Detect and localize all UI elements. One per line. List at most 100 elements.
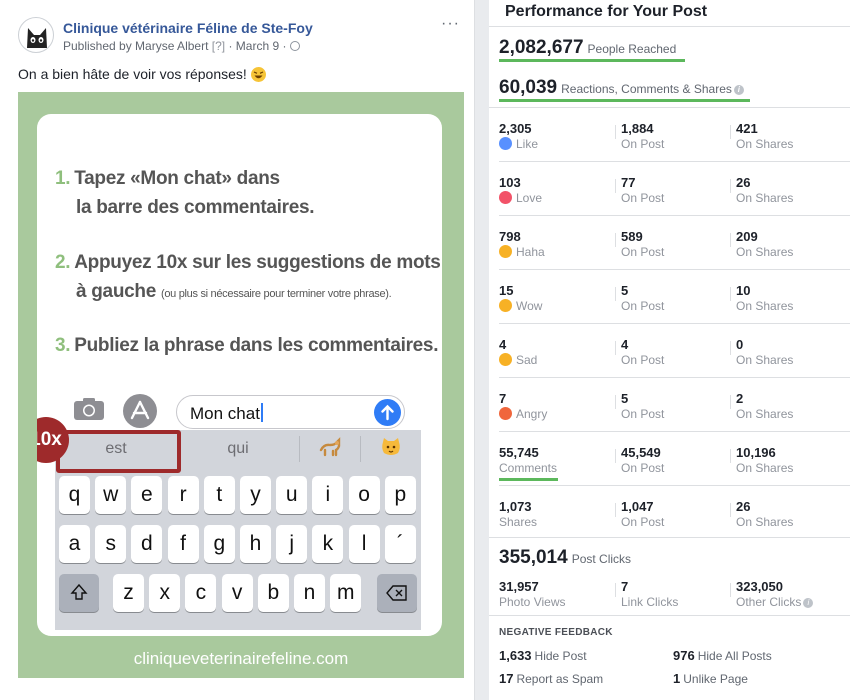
on-post-angry: 5 On Post — [621, 391, 665, 421]
key-f: f — [167, 525, 199, 563]
hide-post: 1,633 Hide Post — [499, 648, 587, 663]
post-text: On a bien hâte de voir vos réponses! — [18, 66, 266, 82]
on-shares-wow: 10 On Shares — [736, 283, 794, 313]
key-q: q — [59, 476, 90, 514]
key-u: u — [276, 476, 308, 514]
metric-haha: 798 Haha — [499, 229, 545, 259]
meta-separator-2: · — [282, 39, 287, 53]
key-n: n — [294, 574, 325, 612]
metric-angry: 7 Angry — [499, 391, 548, 421]
laughing-emoji-icon — [250, 67, 266, 82]
step-3: 3. Publiez la phrase dans les commentaire… — [55, 335, 439, 356]
message-text: Mon chat — [190, 404, 260, 423]
unlike-page: 1 Unlike Page — [673, 671, 748, 686]
reached-value: 2,082,677 — [499, 37, 584, 58]
post-header: Clinique vétérinaire Féline de Ste-Foy P… — [18, 15, 464, 57]
engagement-label: Reactions, Comments & Shares — [561, 82, 732, 96]
key-p: p — [384, 476, 416, 514]
instructions-card: 1. Tapez «Mon chat» dans la barre des com… — [37, 114, 442, 636]
post-image[interactable]: 1. Tapez «Mon chat» dans la barre des com… — [18, 92, 464, 678]
info-icon[interactable]: i — [733, 85, 744, 95]
key-g: g — [203, 525, 235, 563]
metric-wow: 15 Wow — [499, 283, 543, 313]
metric-like: 2,305 Like — [499, 121, 539, 151]
post-text-content: On a bien hâte de voir vos réponses! — [18, 66, 247, 82]
key-d: d — [131, 525, 163, 563]
key-h: h — [240, 525, 271, 563]
performance-panel: Performance for Your Post 2,082,677 Peopl… — [489, 0, 850, 700]
page-avatar[interactable] — [18, 17, 54, 53]
suggestion-qui: qui — [227, 440, 249, 457]
clicks-label: Post Clicks — [571, 552, 632, 566]
camera-icon — [74, 398, 104, 420]
post-date[interactable]: March 9 — [236, 39, 279, 53]
highlight-box — [56, 430, 181, 473]
cat-emoji-icon — [319, 437, 340, 457]
reached-underline — [499, 59, 685, 62]
angry-icon — [499, 407, 512, 420]
report-as-spam: 17 Report as Spam — [499, 671, 604, 686]
key-c: c — [185, 574, 217, 612]
more-options-button[interactable]: ··· — [441, 15, 460, 33]
on-post-sad: 4 On Post — [621, 337, 665, 367]
on-post-wow: 5 On Post — [621, 283, 665, 313]
published-by: Published by Maryse Albert — [63, 39, 209, 53]
key-i: i — [312, 476, 344, 514]
on-shares-comments: 10,196 On Shares — [736, 445, 794, 475]
post-clicks: 355,014 Post Clicks — [499, 547, 631, 569]
key-e: e — [131, 476, 163, 514]
on-post-comments: 45,549 On Post — [621, 445, 665, 475]
engagement-underline — [499, 99, 750, 102]
page-name-link[interactable]: Clinique vétérinaire Féline de Ste-Foy — [63, 20, 313, 36]
text-caret — [260, 403, 263, 422]
metric-love: 103 Love — [499, 175, 543, 205]
help-link[interactable]: [?] — [212, 39, 225, 53]
on-shares-sad: 0 On Shares — [736, 337, 794, 367]
key-z: z — [113, 574, 144, 612]
step-1: 1. Tapez «Mon chat» dans la barre des com… — [55, 168, 315, 218]
app-store-icon — [123, 394, 157, 428]
negative-feedback-title: NEGATIVE FEEDBACK — [499, 627, 613, 638]
key-a: a — [59, 525, 90, 563]
cat-logo-icon — [27, 28, 47, 48]
post-meta: Published by Maryse Albert [?] · March 9… — [63, 39, 300, 53]
panel-title: Performance for Your Post — [505, 3, 708, 20]
comments-underline — [499, 478, 558, 481]
clicks-value: 355,014 — [499, 547, 568, 568]
keyboard-row-3: zxcvbnm — [55, 574, 421, 618]
key-t: t — [203, 476, 235, 514]
engagement-value: 60,039 — [499, 77, 558, 98]
globe-icon — [289, 41, 300, 51]
people-reached: 2,082,677 People Reached — [499, 37, 676, 59]
on-post-haha: 589 On Post — [621, 229, 665, 259]
wow-icon — [499, 299, 512, 312]
cat-face-emoji-icon — [381, 438, 400, 455]
on-shares-angry: 2 On Shares — [736, 391, 794, 421]
on-post-love: 77 On Post — [621, 175, 665, 205]
key-o: o — [348, 476, 380, 514]
like-icon — [499, 137, 512, 150]
hide-all-posts: 976 Hide All Posts — [673, 648, 772, 663]
key-´: ´ — [384, 525, 416, 563]
message-field: Mon chat — [176, 395, 405, 429]
metric-sad: 4 Sad — [499, 337, 538, 367]
site-url: cliniqueveterinairefeline.com — [133, 649, 349, 668]
metric-comments: 55,745 Comments — [499, 445, 558, 475]
shift-key-icon — [59, 574, 99, 612]
key-x: x — [149, 574, 181, 612]
on-shares-like: 421 On Shares — [736, 121, 794, 151]
haha-icon — [499, 245, 512, 258]
key-b: b — [257, 574, 289, 612]
photo-views: 31,957 Photo Views — [499, 579, 566, 609]
suggestion-bar: est qui 0x — [37, 417, 421, 473]
link-clicks: 7 Link Clicks — [621, 579, 679, 609]
info-icon[interactable]: i — [803, 598, 814, 608]
on-shares-shares: 26 On Shares — [736, 499, 794, 529]
engagement-total: 60,039 Reactions, Comments & Shares i — [499, 77, 744, 99]
on-post-shares: 1,047 On Post — [621, 499, 665, 529]
sad-icon — [499, 353, 512, 366]
send-arrow-icon — [374, 399, 401, 426]
meta-separator: · — [228, 39, 233, 53]
keyboard-row-2: a s d f g h j k l ´ — [55, 525, 421, 569]
on-shares-haha: 209 On Shares — [736, 229, 794, 259]
